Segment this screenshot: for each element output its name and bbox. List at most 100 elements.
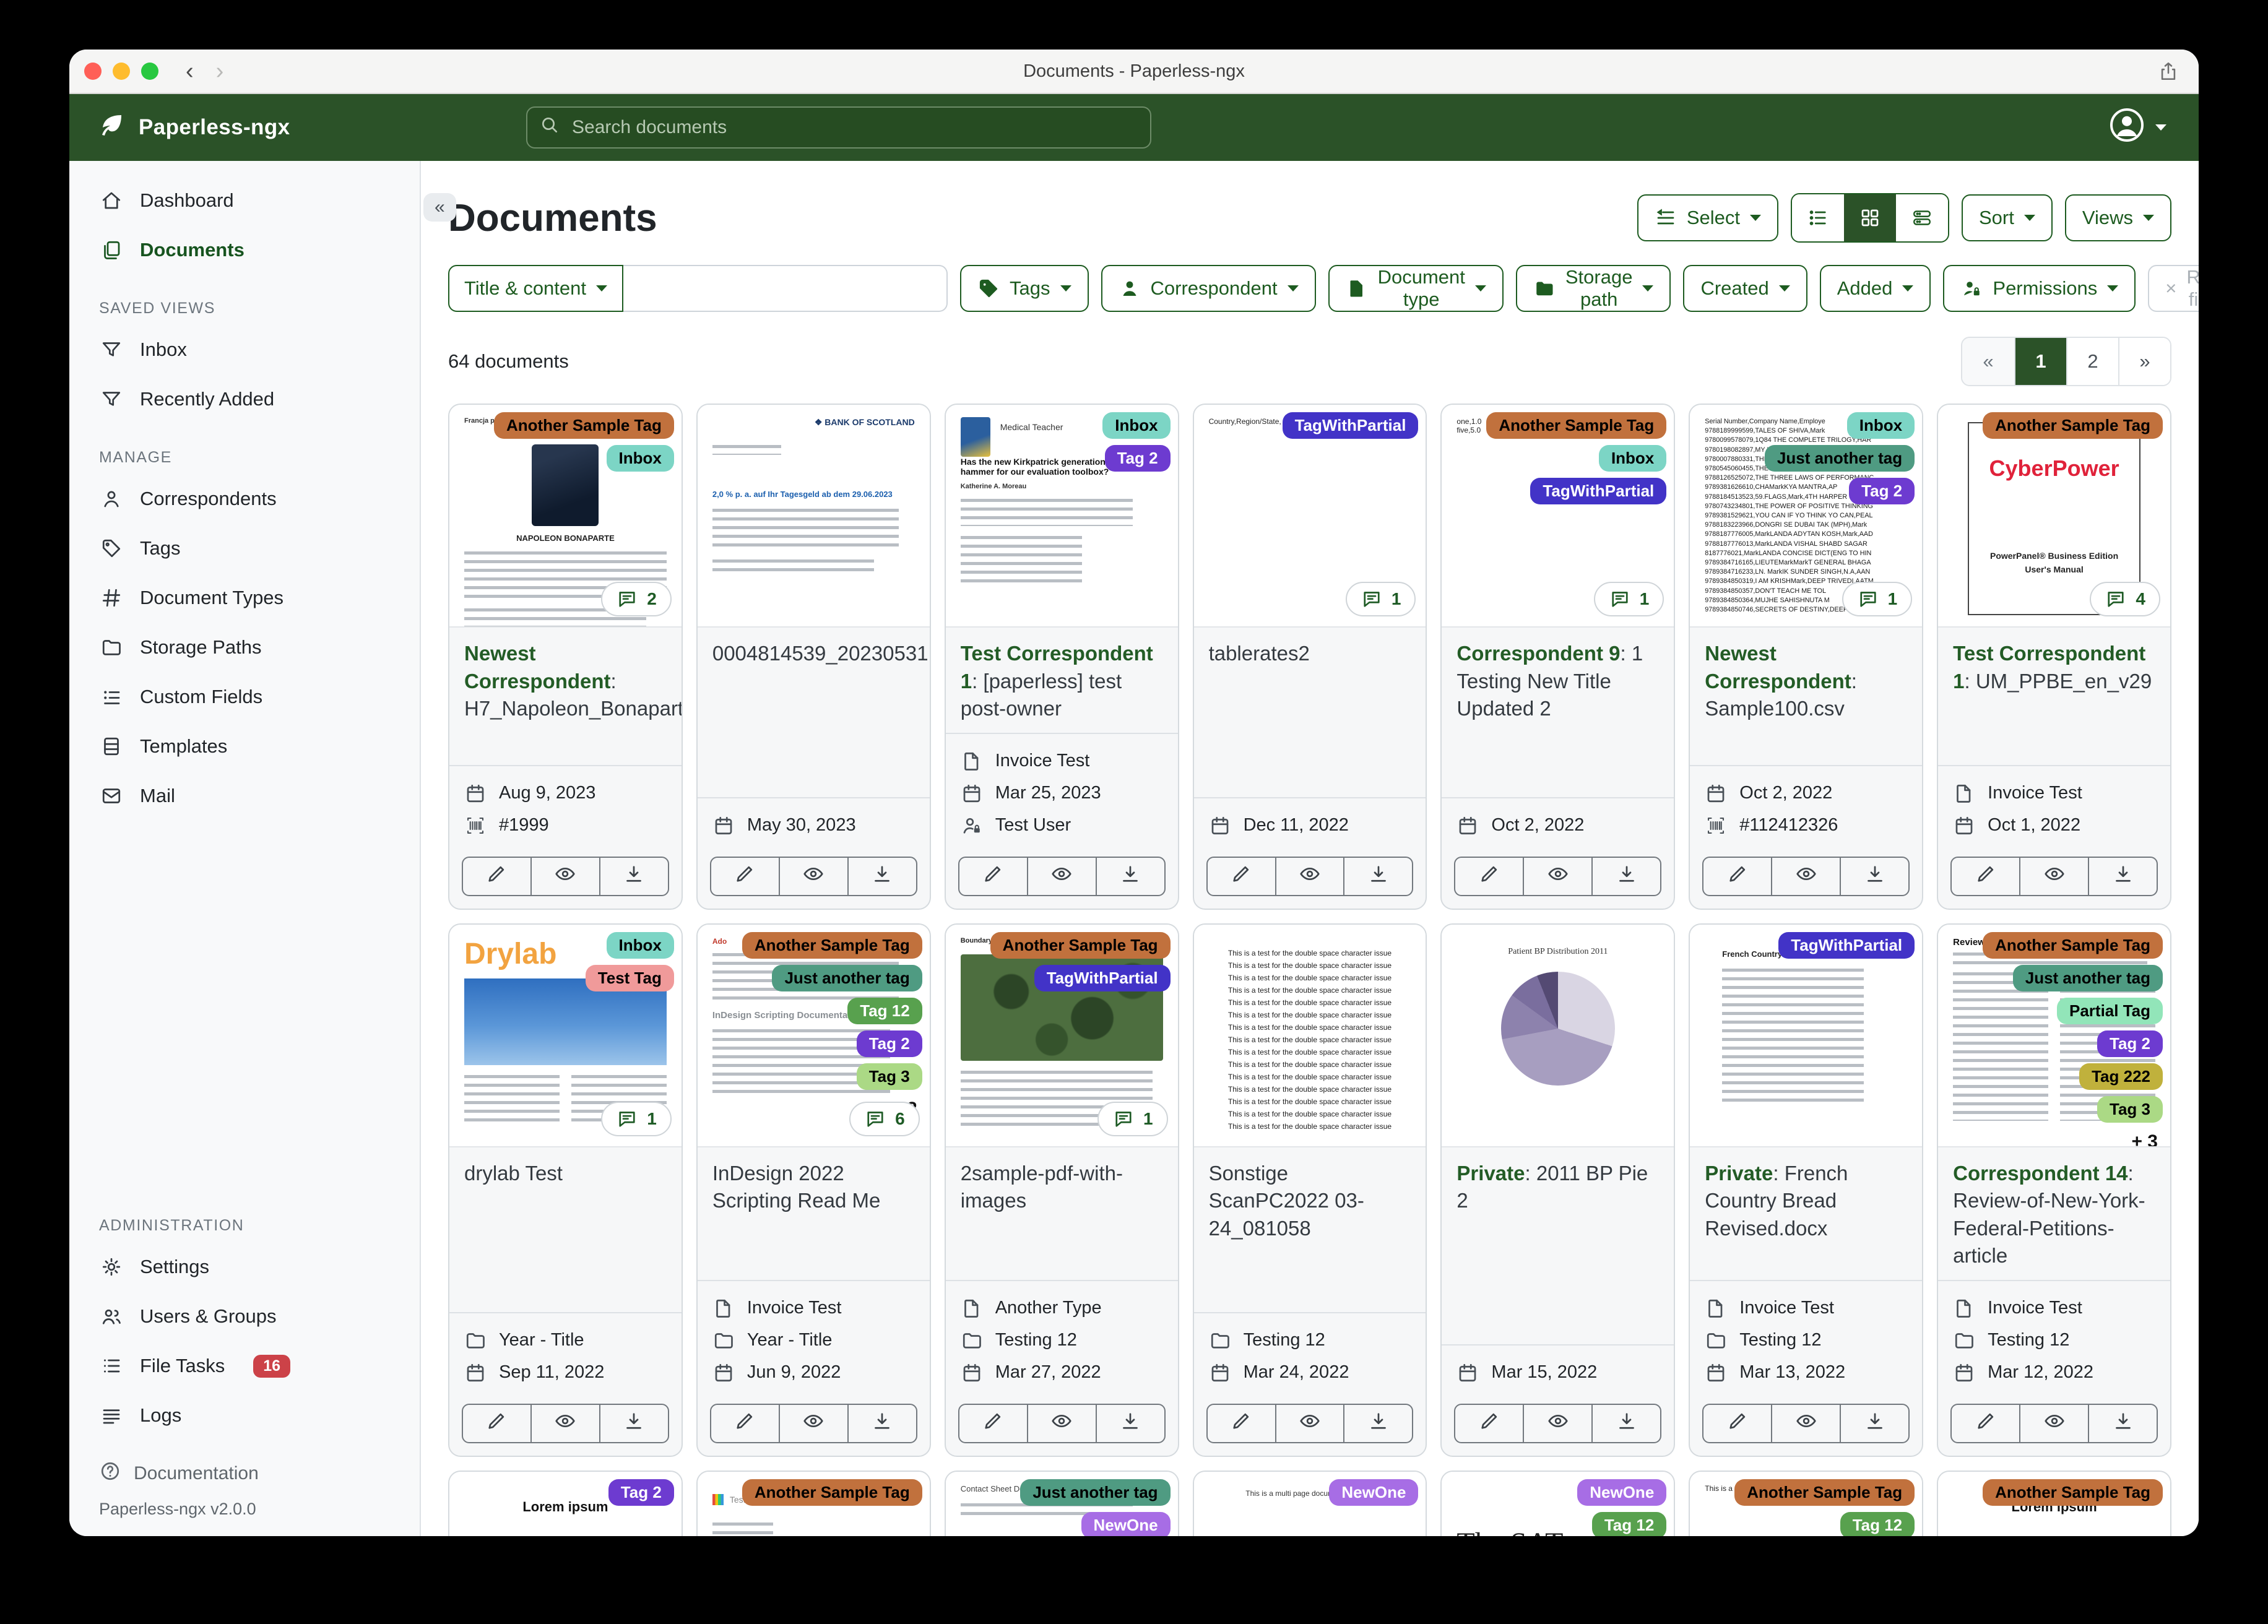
document-title[interactable]: Correspondent 9: 1 Testing New Title Upd… xyxy=(1442,628,1674,797)
document-title[interactable]: Test Correspondent 1: [paperless] test p… xyxy=(946,628,1178,733)
tag-badge[interactable]: Tag 12 xyxy=(847,997,922,1024)
tag-badge[interactable]: TagWithPartial xyxy=(1530,478,1667,504)
edit-button[interactable] xyxy=(1702,1403,1773,1443)
view-details-button[interactable] xyxy=(1896,194,1948,241)
tag-badge[interactable]: TagWithPartial xyxy=(1282,412,1419,439)
view-grid-button[interactable] xyxy=(1844,194,1896,241)
tag-badge[interactable]: Another Sample Tag xyxy=(1734,1479,1915,1506)
sidebar-item-custom-fields[interactable]: Custom Fields xyxy=(69,672,420,722)
views-button[interactable]: Views xyxy=(2064,194,2171,241)
tag-badge[interactable]: Tag 12 xyxy=(1840,1511,1915,1536)
document-title[interactable]: drylab Test xyxy=(449,1147,682,1312)
view-button[interactable] xyxy=(1771,1403,1842,1443)
download-button[interactable] xyxy=(1095,856,1166,896)
edit-button[interactable] xyxy=(1950,856,2021,896)
close-window-button[interactable] xyxy=(84,63,102,80)
view-button[interactable] xyxy=(2019,1403,2090,1443)
sidebar-item-templates[interactable]: Templates xyxy=(69,722,420,771)
download-button[interactable] xyxy=(1343,856,1414,896)
document-card[interactable]: Review of Arbitral AwardsAnother Sample … xyxy=(1937,923,2171,1457)
document-card[interactable]: Country,Region/State, TagWithPartial 1 tabl… xyxy=(1192,404,1427,910)
document-card[interactable]: Lorem ipsumLorem ipsum dolor sit amet, c… xyxy=(1937,1470,2171,1536)
document-card[interactable]: Drylab Inbox Test Tag 1 drylab Test Year - Ti… xyxy=(448,923,683,1457)
comments-badge[interactable]: 6 xyxy=(849,1101,920,1136)
select-button[interactable]: Select xyxy=(1637,194,1778,241)
document-thumbnail[interactable]: This is a multi page document. Page 1. Ne… xyxy=(1193,1471,1426,1536)
tag-badge[interactable]: Another Sample Tag xyxy=(1983,412,2163,439)
tag-badge[interactable]: Another Sample Tag xyxy=(742,931,922,959)
download-button[interactable] xyxy=(1343,1403,1414,1443)
document-thumbnail[interactable]: French Country Bread TagWithPartial xyxy=(1690,924,1923,1147)
download-button[interactable] xyxy=(1840,856,1910,896)
document-card[interactable]: Ado InDesign Scripting Documentation Anoth… xyxy=(696,923,931,1457)
documentation-link[interactable]: Documentation xyxy=(69,1453,420,1495)
download-button[interactable] xyxy=(599,856,669,896)
document-thumbnail[interactable]: Lorem ipsumLorem ipsum dolor sit amet, c… xyxy=(449,1471,682,1536)
comments-badge[interactable]: 1 xyxy=(601,1101,672,1136)
global-search[interactable] xyxy=(526,106,1151,149)
view-button[interactable] xyxy=(1275,856,1345,896)
view-list-button[interactable] xyxy=(1792,194,1844,241)
document-card[interactable]: ❖ BANK OF SCOTLAND 2,0 % p. a. auf Ihr Ta… xyxy=(696,404,931,910)
forward-icon[interactable]: › xyxy=(216,59,224,83)
download-button[interactable] xyxy=(2088,856,2158,896)
sidebar-item-tags[interactable]: Tags xyxy=(69,524,420,573)
tag-badge[interactable]: Test Tag xyxy=(585,964,674,991)
download-button[interactable] xyxy=(599,1403,669,1443)
view-button[interactable] xyxy=(1275,1403,1345,1443)
document-title[interactable]: tablerates2 xyxy=(1194,628,1426,797)
document-card[interactable]: Contact Sheet Demo Just another tag NewOne xyxy=(944,1470,1179,1536)
document-card[interactable]: CyberPower PowerPanel® Business Edition Us… xyxy=(1937,404,2171,910)
sidebar-item-storage-paths[interactable]: Storage Paths xyxy=(69,623,420,672)
tag-badge[interactable]: Tag 2 xyxy=(1104,445,1171,472)
tag-badge[interactable]: Another Sample Tag xyxy=(742,1479,922,1506)
document-thumbnail[interactable]: Medical Teacher Has the new Kirkpatrick g… xyxy=(945,405,1178,628)
sidebar-item-inbox[interactable]: Inbox xyxy=(69,325,420,374)
tag-badge[interactable]: NewOne xyxy=(1329,1479,1419,1506)
edit-button[interactable] xyxy=(1702,856,1773,896)
tag-badge[interactable]: Inbox xyxy=(1846,412,1915,439)
view-button[interactable] xyxy=(530,1403,600,1443)
view-button[interactable] xyxy=(778,1403,849,1443)
tag-badge[interactable]: Just another tag xyxy=(1020,1479,1171,1506)
filter-correspondent-button[interactable]: Correspondent xyxy=(1101,265,1316,312)
view-button[interactable] xyxy=(2019,856,2090,896)
document-card[interactable]: This is a test Another Sample Tag Tag 12 xyxy=(1689,1470,1924,1536)
document-title[interactable]: InDesign 2022 Scripting Read Me xyxy=(698,1147,930,1280)
filter-document-type-button[interactable]: Document type xyxy=(1328,265,1504,312)
download-button[interactable] xyxy=(1840,1403,1910,1443)
document-thumbnail[interactable]: This is a test Another Sample Tag Tag 12 xyxy=(1690,1471,1923,1536)
document-card[interactable]: Serial Number,Company Name,Employe 97881… xyxy=(1689,404,1924,910)
pagination-page-1[interactable]: 1 xyxy=(2014,338,2066,385)
document-card[interactable]: French Country Bread TagWithPartial Privat… xyxy=(1689,923,1924,1457)
document-card[interactable]: Boundary Waters TripAnother Sample TagTa… xyxy=(944,923,1179,1457)
tag-badge[interactable]: Another Sample Tag xyxy=(493,412,674,439)
tag-badge[interactable]: Tag 3 xyxy=(856,1063,922,1090)
tag-badge[interactable]: NewOne xyxy=(1577,1479,1667,1506)
filter-text-input[interactable] xyxy=(623,265,948,312)
document-thumbnail[interactable]: Drylab Inbox Test Tag 1 xyxy=(449,924,682,1147)
document-title[interactable]: Sonstige ScanPC2022 03-24_081058 xyxy=(1194,1147,1426,1312)
document-title[interactable]: 0004814539_20230531 xyxy=(698,628,930,797)
view-button[interactable] xyxy=(1523,856,1593,896)
download-button[interactable] xyxy=(847,1403,917,1443)
tag-badge[interactable]: Inbox xyxy=(606,445,674,472)
filter-storage-path-button[interactable]: Storage path xyxy=(1515,265,1671,312)
document-card[interactable]: Lorem ipsumLorem ipsum dolor sit amet, c… xyxy=(448,1470,683,1536)
document-thumbnail[interactable]: Country,Region/State, TagWithPartial 1 xyxy=(1193,405,1426,628)
edit-button[interactable] xyxy=(462,1403,532,1443)
download-button[interactable] xyxy=(1095,1403,1166,1443)
tag-badge[interactable]: NewOne xyxy=(1081,1511,1171,1536)
sidebar-item-dashboard[interactable]: Dashboard xyxy=(69,176,420,225)
document-card[interactable]: This is a test for the double space char… xyxy=(1192,923,1427,1457)
document-thumbnail[interactable]: Contact Sheet Demo Just another tag NewOne xyxy=(945,1471,1178,1536)
view-button[interactable] xyxy=(1771,856,1842,896)
tag-badge[interactable]: Just another tag xyxy=(1764,445,1915,472)
tag-badge[interactable]: Inbox xyxy=(1598,445,1667,472)
view-button[interactable] xyxy=(1026,1403,1097,1443)
edit-button[interactable] xyxy=(1206,856,1276,896)
app-brand[interactable]: Paperless-ngx xyxy=(97,110,421,145)
edit-button[interactable] xyxy=(709,856,780,896)
comments-badge[interactable]: 1 xyxy=(1593,582,1664,616)
pagination-next-button[interactable]: » xyxy=(2118,338,2170,385)
